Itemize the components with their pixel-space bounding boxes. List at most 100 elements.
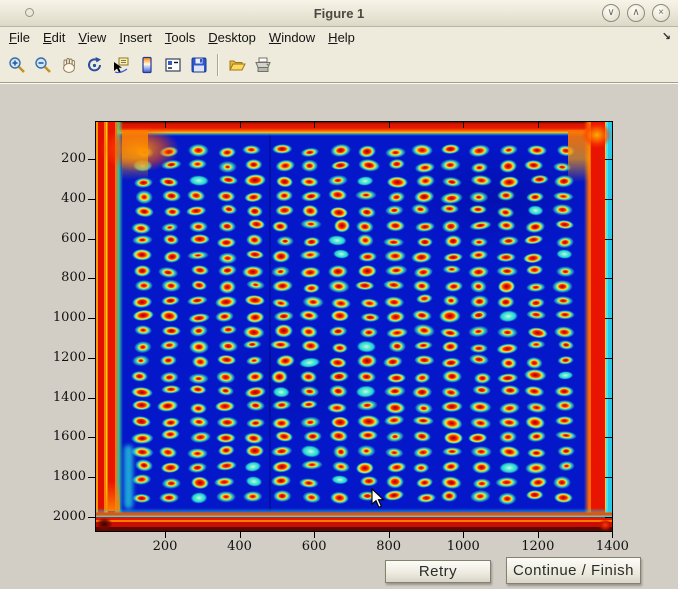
well-spot bbox=[357, 203, 378, 219]
well-spot bbox=[132, 143, 155, 159]
well-spot bbox=[130, 325, 152, 340]
well-spot bbox=[495, 477, 518, 489]
well-spot bbox=[214, 309, 235, 324]
well-spot bbox=[470, 309, 491, 323]
well-spot bbox=[242, 145, 265, 158]
well-spot bbox=[554, 371, 575, 384]
well-spot bbox=[384, 249, 406, 263]
well-spot bbox=[356, 354, 379, 368]
well-spot bbox=[298, 309, 320, 324]
well-spot bbox=[186, 189, 208, 204]
save-icon[interactable] bbox=[187, 51, 211, 79]
well-spot bbox=[274, 236, 294, 248]
x-tick-label: 400 bbox=[210, 539, 270, 554]
well-spot bbox=[384, 188, 406, 204]
well-spot bbox=[245, 355, 265, 369]
well-spot bbox=[469, 205, 488, 218]
well-spot bbox=[443, 295, 463, 308]
well-spot bbox=[302, 281, 322, 294]
plate-heatmap-image[interactable] bbox=[96, 122, 612, 531]
menu-tools[interactable]: Tools bbox=[165, 27, 195, 48]
well-spot bbox=[470, 174, 493, 188]
menu-edit[interactable]: Edit bbox=[43, 27, 65, 48]
well-spot bbox=[555, 460, 575, 474]
well-spot bbox=[159, 189, 181, 203]
well-spot bbox=[161, 204, 182, 218]
well-spot bbox=[387, 340, 407, 354]
well-spot bbox=[215, 400, 236, 413]
well-spot bbox=[553, 430, 577, 444]
menu-view[interactable]: View bbox=[78, 27, 106, 48]
shade-button[interactable]: ∨ bbox=[602, 4, 620, 22]
well-spot bbox=[271, 158, 295, 172]
well-spot bbox=[383, 371, 406, 383]
well-spot bbox=[299, 324, 322, 339]
well-spot bbox=[553, 159, 575, 173]
well-spot bbox=[526, 190, 546, 204]
menu-file[interactable]: File bbox=[9, 27, 30, 48]
well-spot bbox=[526, 340, 548, 353]
well-spot bbox=[469, 279, 489, 294]
y-tick-mark bbox=[88, 477, 96, 478]
well-spot bbox=[327, 235, 349, 250]
well-spot bbox=[469, 159, 489, 173]
well-spot bbox=[468, 235, 489, 247]
well-spot bbox=[498, 491, 519, 505]
well-spot bbox=[245, 159, 265, 173]
window-menu-icon[interactable] bbox=[25, 8, 34, 17]
menu-overflow-icon[interactable]: ↘ bbox=[662, 27, 671, 48]
open-file-icon[interactable] bbox=[225, 51, 249, 79]
pan-hand-icon[interactable] bbox=[57, 51, 81, 79]
well-spot bbox=[331, 415, 351, 428]
zoom-out-icon[interactable] bbox=[31, 51, 55, 79]
well-spot bbox=[244, 249, 264, 262]
well-spot bbox=[131, 265, 152, 279]
maximize-button[interactable]: ∧ bbox=[627, 4, 645, 22]
well-spot bbox=[412, 430, 434, 445]
rotate-3d-icon[interactable] bbox=[83, 51, 107, 79]
well-spot bbox=[411, 248, 433, 263]
well-spot bbox=[216, 416, 238, 428]
figure-canvas-area: 2004006008001000120014001600180020002004… bbox=[0, 83, 678, 589]
well-spot bbox=[217, 189, 237, 203]
well-spot bbox=[328, 143, 352, 158]
well-spot bbox=[496, 204, 517, 218]
well-spot bbox=[300, 189, 324, 204]
x-tick-mark bbox=[463, 531, 464, 538]
well-spot bbox=[270, 263, 293, 278]
menu-help[interactable]: Help bbox=[328, 27, 355, 48]
well-spot bbox=[131, 249, 152, 263]
well-spot bbox=[159, 444, 180, 458]
well-spot bbox=[218, 444, 238, 460]
well-spot bbox=[328, 174, 350, 188]
well-spot bbox=[329, 310, 349, 324]
insert-legend-icon[interactable] bbox=[161, 51, 185, 79]
insert-colorbar-icon[interactable] bbox=[135, 51, 159, 79]
well-spot bbox=[414, 340, 436, 354]
well-spot bbox=[217, 203, 238, 218]
continue-finish-button[interactable]: Continue / Finish bbox=[506, 557, 641, 584]
well-spot bbox=[526, 324, 549, 339]
well-spot bbox=[328, 460, 350, 475]
well-spot bbox=[497, 143, 518, 158]
menu-desktop[interactable]: Desktop bbox=[208, 27, 256, 48]
well-spot bbox=[526, 174, 549, 188]
menu-window[interactable]: Window bbox=[269, 27, 315, 48]
titlebar[interactable]: Figure 1 ∨ ∧ × bbox=[0, 0, 678, 27]
well-spot bbox=[244, 399, 265, 413]
menu-insert[interactable]: Insert bbox=[119, 27, 152, 48]
zoom-in-icon[interactable] bbox=[5, 51, 29, 79]
well-spot bbox=[413, 474, 435, 490]
well-spot bbox=[384, 220, 405, 233]
well-spot bbox=[384, 144, 407, 158]
data-cursor-icon[interactable] bbox=[109, 51, 133, 79]
heatmap-corner-top-right bbox=[582, 122, 612, 148]
print-icon[interactable] bbox=[251, 51, 275, 79]
well-spot bbox=[383, 414, 405, 430]
well-spot bbox=[555, 340, 575, 355]
well-spot bbox=[523, 249, 547, 264]
retry-button[interactable]: Retry bbox=[385, 560, 491, 583]
close-button[interactable]: × bbox=[652, 4, 670, 22]
well-spot bbox=[414, 234, 433, 247]
well-spot bbox=[159, 295, 180, 309]
